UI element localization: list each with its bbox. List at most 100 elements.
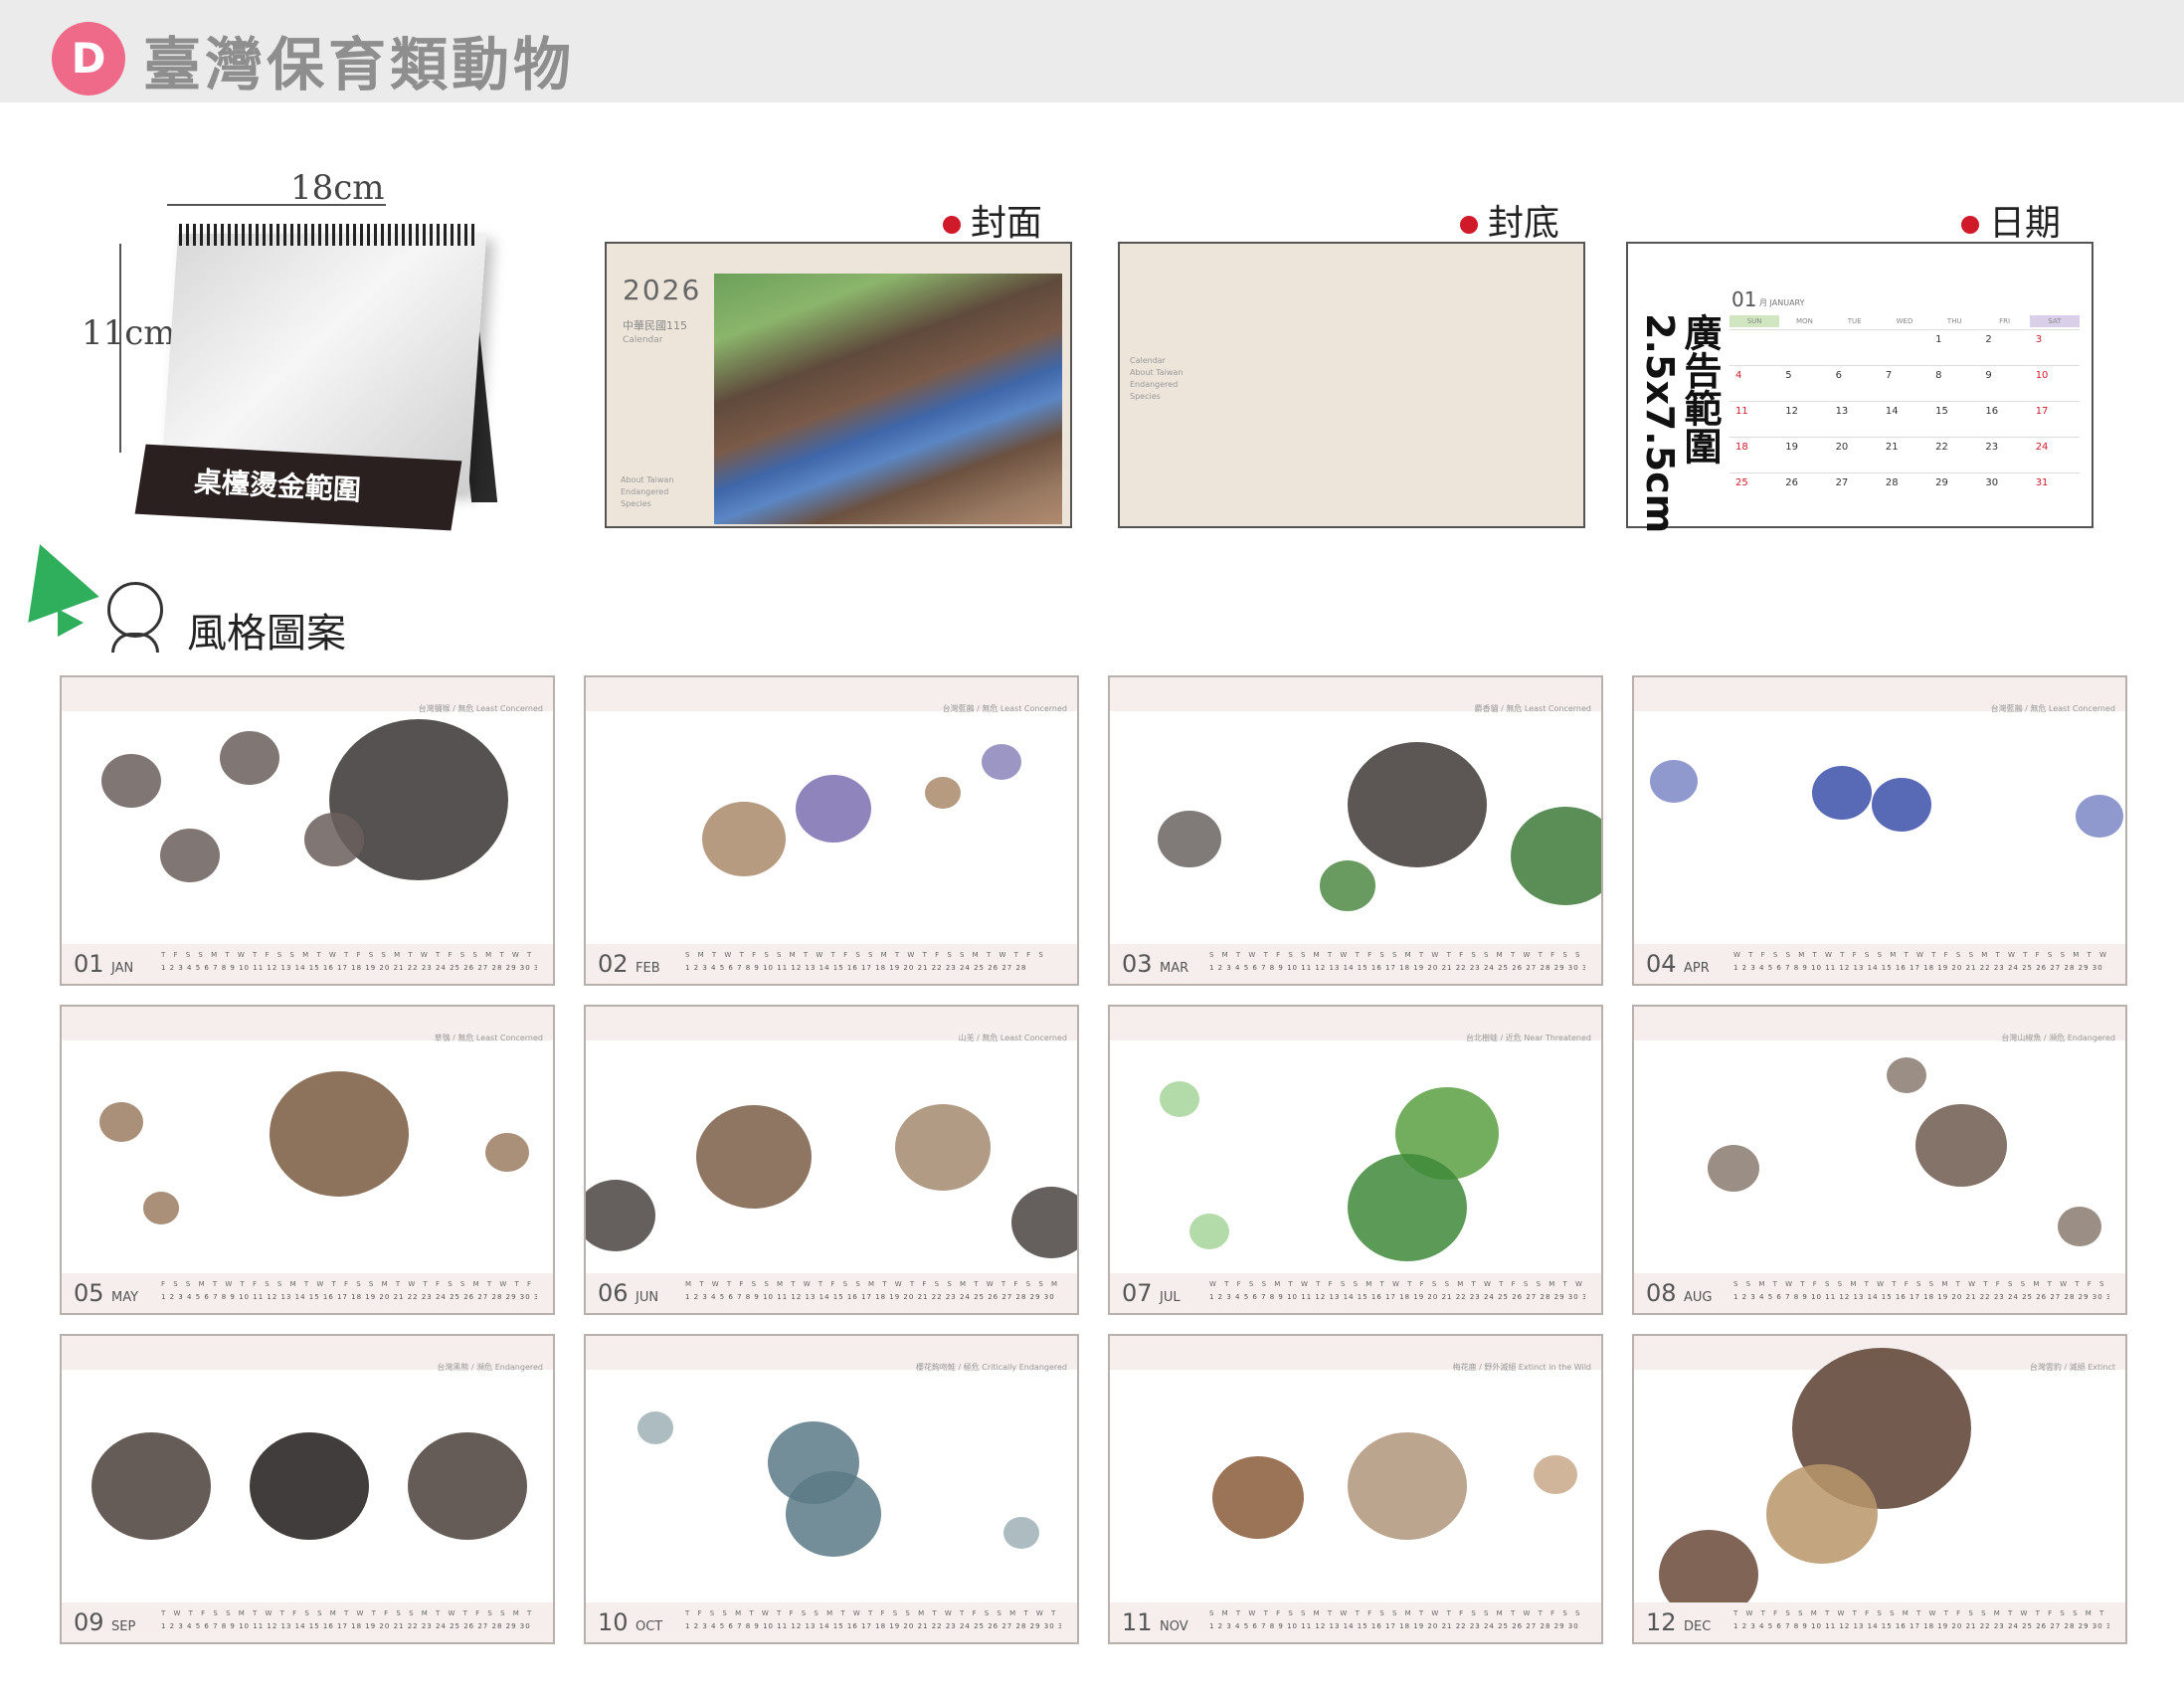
- animal-illustration: [1110, 1370, 1601, 1602]
- date-cell: 11: [1735, 406, 1748, 417]
- month-abbreviation: SEP: [111, 1619, 136, 1634]
- height-dimension-label: 11cm: [82, 313, 176, 353]
- date-row: 25 26 27 28 29 30 31: [1729, 472, 2080, 508]
- month-number: 08: [1646, 1279, 1677, 1307]
- date-cell: [1830, 330, 1880, 365]
- weekday-strip: M T W T F S S M T W T F S S M T W T F S …: [685, 1280, 1061, 1288]
- month-day-strip: S M T W T F S S M T W T F S S M T W T F …: [1209, 1609, 1585, 1633]
- weekday-label: THU: [1946, 317, 1962, 325]
- illustration-shape: [982, 744, 1022, 781]
- day-number-strip: 1 2 3 4 5 6 7 8 9 10 11 12 13 14 15 16 1…: [1733, 1293, 2109, 1301]
- month-number: 02: [598, 950, 629, 978]
- weekday-header: SUN MON TUE WED THU FRI SAT: [1729, 315, 2080, 327]
- illustration-shape: [250, 1432, 369, 1540]
- date-cell: 25: [1735, 477, 1748, 488]
- month-day-strip: M T W T F S S M T W T F S S M T W T F S …: [685, 1280, 1061, 1304]
- date-cell: 14: [1885, 406, 1899, 417]
- month-day-strip: W T F S S M T W T F S S M T W T F S S M …: [1733, 951, 2109, 975]
- day-number-strip: 1 2 3 4 5 6 7 8 9 10 11 12 13 14 15 16 1…: [161, 964, 537, 972]
- month-tile-dec: 台灣雲豹 / 滅絕 Extinct 12 DEC T W T F S S M T W …: [1632, 1334, 2127, 1644]
- day-number-strip: 1 2 3 4 5 6 7 8 9 10 11 12 13 14 15 16 1…: [1209, 1622, 1579, 1630]
- month-abbreviation: DEC: [1684, 1619, 1712, 1634]
- cover-calendar-text: Calendar: [623, 335, 663, 345]
- month-abbreviation: MAR: [1160, 961, 1189, 976]
- weekday-strip: W T F S S M T W T F S S M T W T F S S M …: [1209, 1280, 1585, 1288]
- date-cell: 6: [1835, 370, 1842, 381]
- date-cell: 15: [1935, 406, 1948, 417]
- illustration-shape: [1212, 1456, 1305, 1540]
- illustration-shape: [160, 829, 221, 883]
- date-row: 18 19 20 21 22 23 24: [1729, 437, 2080, 472]
- species-caption: 山羌 / 無危 Least Concerned: [958, 1034, 1067, 1042]
- illustration-shape: [1347, 1154, 1467, 1262]
- spiral-binding: [179, 224, 477, 246]
- date-cell: [1779, 330, 1829, 365]
- day-number-strip: 1 2 3 4 5 6 7 8 9 10 11 12 13 14 15 16 1…: [161, 1293, 537, 1301]
- animal-illustration: [62, 1370, 553, 1602]
- date-cell: 18: [1735, 442, 1748, 453]
- month-number: 10: [598, 1608, 629, 1636]
- section-badge: D: [52, 22, 125, 95]
- illustration-shape: [1812, 765, 1873, 820]
- date-cell: 21: [1885, 442, 1899, 453]
- weekday-label: WED: [1896, 317, 1913, 325]
- month-tile-oct: 櫻花鉤吻鮭 / 極危 Critically Endangered 10 OCT T F…: [584, 1334, 1079, 1644]
- species-caption: 台灣獼猴 / 無危 Least Concerned: [418, 704, 543, 713]
- illustration-shape: [1871, 777, 1931, 832]
- illustration-shape: [1534, 1454, 1578, 1495]
- illustration-shape: [696, 1104, 813, 1210]
- day-number-strip: 1 2 3 4 5 6 7 8 9 10 11 12 13 14 15 16 1…: [685, 1293, 1055, 1301]
- date-cell: 1: [1935, 334, 1942, 345]
- date-grid: 1 2 3 4 5 6 7 8 9 10 11 12 13 14 15 16 17 18 19 20 21 22 23 24 2…: [1729, 329, 2080, 508]
- month-abbreviation: JUL: [1160, 1290, 1181, 1305]
- illustration-shape: [2076, 794, 2124, 838]
- month-day-strip: S S M T W T F S S M T W T F S S M T W T …: [1733, 1280, 2109, 1304]
- cover-about-text: About Taiwan Endangered Species: [621, 475, 674, 508]
- weekday-strip: F S S M T W T F S S M T W T F S S M T W …: [161, 1280, 537, 1288]
- animal-illustration: [1110, 711, 1601, 944]
- back-cover-preview: Calendar About Taiwan Endangered Species: [1118, 242, 1585, 528]
- date-cell: 9: [1985, 370, 1992, 381]
- month-tile-aug: 台灣山椒魚 / 瀕危 Endangered 08 AUG S S M T W T F …: [1632, 1005, 2127, 1315]
- month-tile-may: 草鴞 / 無危 Least Concerned 05 MAY F S S M T W …: [60, 1005, 555, 1315]
- day-number-strip: 1 2 3 4 5 6 7 8 9 10 11 12 13 14 15 16 1…: [685, 964, 1027, 972]
- date-cell: 31: [2035, 477, 2049, 488]
- illustration-shape: [408, 1432, 528, 1540]
- month-abbreviation: FEB: [636, 961, 660, 976]
- style-section-title: 風格圖案: [187, 611, 346, 657]
- month-abbreviation: MAY: [111, 1290, 139, 1305]
- animal-illustration: [1634, 1347, 2125, 1619]
- date-cell: 19: [1785, 442, 1799, 453]
- month-abbreviation: JUN: [636, 1290, 659, 1305]
- month-abbreviation: OCT: [636, 1619, 663, 1634]
- illustration-shape: [1157, 810, 1221, 868]
- weekday-label: MON: [1796, 317, 1813, 325]
- date-page-preview: 廣告範圍2.5x7.5cm 01 月 JANUARY SUN MON TUE WED T…: [1626, 242, 2093, 533]
- illustration-shape: [1188, 1213, 1229, 1249]
- day-number-strip: 1 2 3 4 5 6 7 8 9 10 11 12 13 14 15 16 1…: [1733, 964, 2103, 972]
- illustration-shape: [1886, 1057, 1926, 1094]
- month-abbreviation: APR: [1684, 961, 1710, 976]
- illustration-shape: [269, 1070, 409, 1197]
- month-number: 07: [1122, 1279, 1153, 1307]
- date-cell: 5: [1785, 370, 1792, 381]
- month-tile-apr: 台灣藍鵲 / 無危 Least Concerned 04 APR W T F S S …: [1632, 675, 2127, 986]
- date-cell: 22: [1935, 442, 1948, 453]
- month-day-strip: T F S S M T W T F S S M T W T F S S M T …: [685, 1609, 1061, 1633]
- illustration-shape: [1707, 1145, 1759, 1193]
- animal-illustration: [586, 711, 1077, 944]
- weekday-label: SUN: [1729, 315, 1780, 327]
- date-cell: 13: [1835, 406, 1849, 417]
- date-cell: 8: [1935, 370, 1942, 381]
- month-day-strip: T W T F S S M T W T F S S M T W T F S S …: [161, 1609, 537, 1633]
- date-cell: [1880, 330, 1929, 365]
- date-cell: 23: [1985, 442, 1999, 453]
- illustration-shape: [1766, 1463, 1879, 1565]
- illustration-shape: [637, 1411, 673, 1444]
- weekday-strip: S M T W T F S S M T W T F S S M T W T F …: [1209, 951, 1585, 959]
- month-number: 05: [74, 1279, 104, 1307]
- ad-area-label: 廣告範圍2.5x7.5cm: [1638, 313, 1722, 534]
- month-day-strip: F S S M T W T F S S M T W T F S S M T W …: [161, 1280, 537, 1304]
- cover-preview: 2026 中華民國115 Calendar About Taiwan Endan…: [605, 242, 1072, 528]
- month-tile-mar: 麝香貓 / 無危 Least Concerned 03 MAR S M T W T F…: [1108, 675, 1603, 986]
